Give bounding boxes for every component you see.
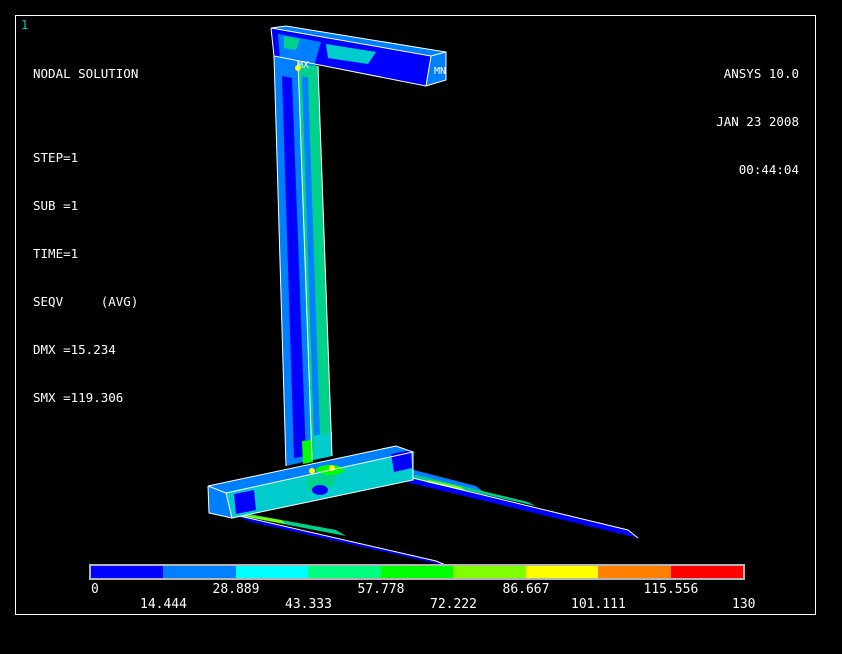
legend-swatch-8 (670, 566, 743, 578)
legend-swatch-6 (525, 566, 599, 578)
legend-swatch-5 (453, 566, 526, 578)
legend-swatch-7 (598, 566, 671, 578)
stress-contour-model[interactable]: MX MN (16, 16, 815, 614)
legend-label-bottom-0: 14.444 (140, 597, 187, 612)
fork-tine-right (395, 468, 639, 539)
legend-label-top-4: 115.556 (643, 582, 699, 597)
legend-swatch-3 (308, 566, 381, 578)
min-marker: MN (434, 66, 446, 77)
legend-swatch-1 (163, 566, 236, 578)
legend-label-top-2: 57.778 (357, 582, 405, 597)
legend-label-bottom-4: 130 (732, 597, 756, 612)
legend-label-bottom-1: 43.333 (285, 597, 332, 612)
legend-label-top-0: 0 (91, 582, 99, 597)
fork-tine-left (230, 513, 449, 567)
legend-swatch-0 (91, 566, 164, 578)
legend-label-bottom-2: 72.222 (430, 597, 477, 612)
contour-legend-bar (89, 564, 745, 580)
legend-label-top-1: 28.889 (212, 582, 260, 597)
vertical-column (273, 55, 333, 467)
legend-label-top-3: 86.667 (502, 582, 550, 597)
legend-swatch-4 (380, 566, 454, 578)
max-marker: MX (297, 60, 309, 71)
graphics-window[interactable]: 1 NODAL SOLUTION STEP=1 SUB =1 TIME=1 SE… (15, 15, 816, 615)
legend-label-bottom-3: 101.111 (571, 597, 626, 612)
legend-swatch-2 (235, 566, 309, 578)
